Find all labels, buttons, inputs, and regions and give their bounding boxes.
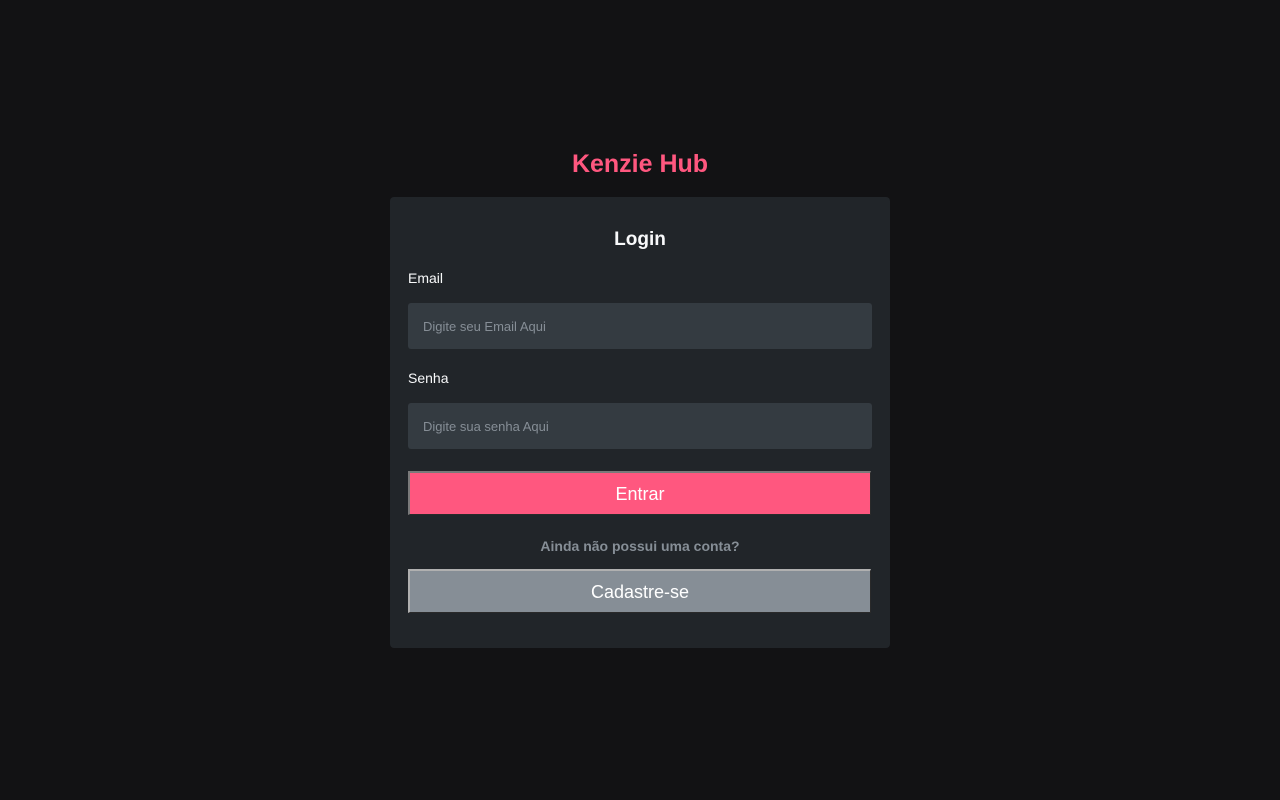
- login-page: Kenzie Hub Login Email Senha Entrar Aind…: [0, 0, 1280, 800]
- signup-button[interactable]: Cadastre-se: [408, 569, 871, 613]
- brand-logo: Kenzie Hub: [571, 150, 709, 178]
- password-input[interactable]: [408, 403, 872, 449]
- signup-prompt: Ainda não possui uma conta?: [540, 538, 740, 554]
- password-label: Senha: [408, 370, 449, 386]
- login-button[interactable]: Entrar: [408, 471, 871, 515]
- email-label: Email: [408, 270, 444, 286]
- login-title: Login: [614, 229, 666, 250]
- email-input[interactable]: [408, 303, 872, 349]
